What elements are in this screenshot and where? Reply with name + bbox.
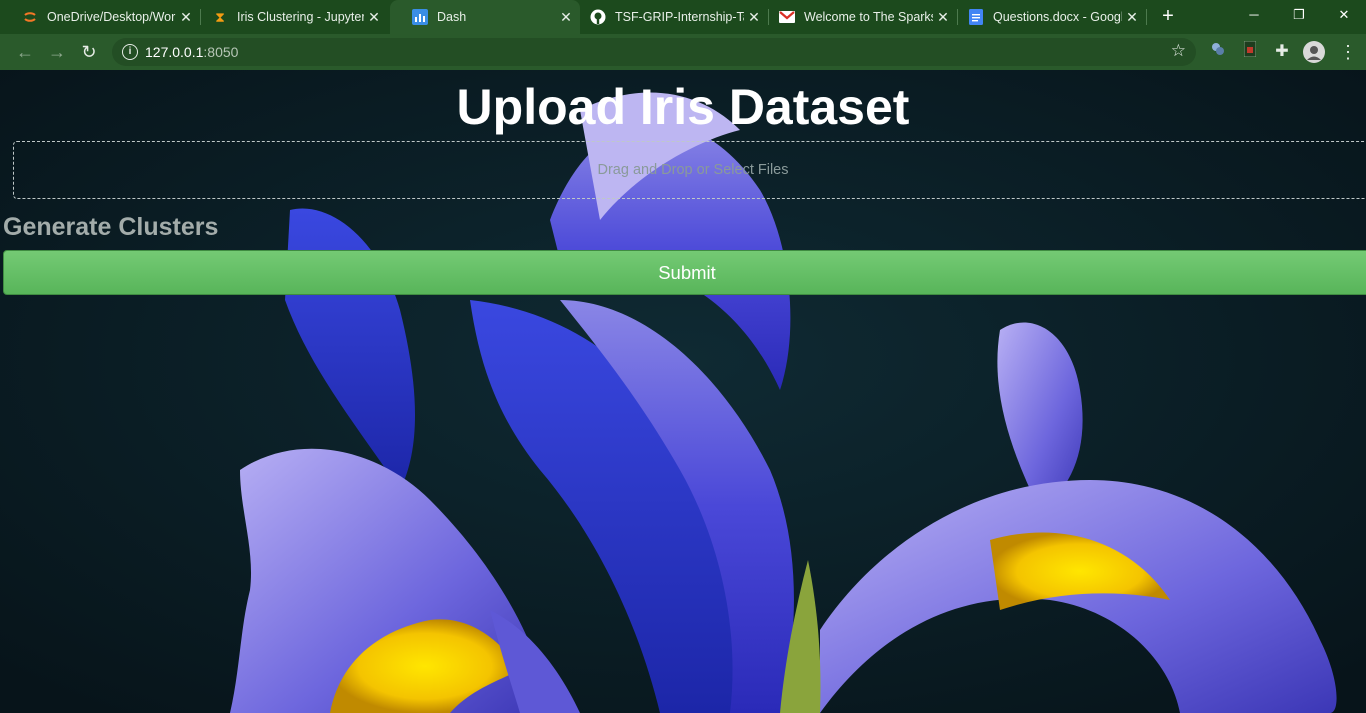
browser-menu-icon[interactable]: ⋮ — [1337, 41, 1359, 63]
submit-button-label: Submit — [658, 261, 716, 283]
close-window-button[interactable]: ✕ — [1331, 4, 1357, 26]
gmail-icon — [779, 9, 795, 25]
forward-button[interactable]: → — [45, 40, 69, 64]
info-icon[interactable]: i — [122, 44, 138, 60]
extension-translate-icon[interactable] — [1207, 41, 1229, 63]
tab-onedrive[interactable]: OneDrive/Desktop/Wor ✕ — [0, 0, 200, 34]
new-tab-button[interactable]: + — [1157, 5, 1179, 27]
reload-button[interactable]: ↻ — [77, 40, 101, 64]
tab-google-docs[interactable]: Questions.docx - Googl ✕ — [946, 0, 1146, 34]
tab-label: Questions.docx - Googl — [993, 10, 1122, 24]
bookmark-star-icon[interactable]: ☆ — [1171, 41, 1186, 61]
tab-label: OneDrive/Desktop/Wor — [47, 10, 176, 24]
extension-pdf-icon[interactable] — [1239, 40, 1261, 63]
extensions-puzzle-icon[interactable]: ✚ — [1271, 41, 1293, 63]
close-icon[interactable]: ✕ — [1122, 9, 1142, 26]
tab-strip: OneDrive/Desktop/Wor ✕ ⧗ Iris Clustering… — [0, 0, 1366, 34]
docs-icon — [968, 9, 984, 25]
upload-prompt-text: Drag and Drop or Select Files — [597, 162, 789, 178]
url-text: 127.0.0.1:8050 — [145, 44, 238, 60]
browser-toolbar: ← → ↻ i 127.0.0.1:8050 ☆ ✚ ⋮ — [0, 34, 1366, 70]
back-button[interactable]: ← — [13, 40, 37, 64]
url-port: :8050 — [203, 44, 239, 60]
dash-page: Upload Iris Dataset Drag and Drop or Sel… — [0, 70, 1366, 713]
tab-label: Iris Clustering - Jupyter — [237, 10, 364, 24]
generate-clusters-heading: Generate Clusters — [3, 213, 219, 241]
tab-label: TSF-GRIP-Internship-Ta — [615, 10, 744, 24]
tab-divider — [1146, 9, 1147, 25]
github-icon — [590, 9, 606, 25]
submit-button[interactable]: Submit — [3, 250, 1366, 295]
tab-iris-clustering[interactable]: ⧗ Iris Clustering - Jupyter ✕ — [190, 0, 388, 34]
address-bar[interactable]: i 127.0.0.1:8050 ☆ — [112, 38, 1196, 66]
page-title: Upload Iris Dataset — [456, 79, 910, 135]
jupyter-icon — [22, 9, 38, 25]
file-upload-dropzone[interactable]: Drag and Drop or Select Files — [13, 141, 1366, 199]
url-host: 127.0.0.1 — [145, 44, 204, 60]
tab-gmail[interactable]: Welcome to The Sparks ✕ — [757, 0, 957, 34]
tab-dash[interactable]: Dash ✕ — [390, 0, 580, 34]
hourglass-icon: ⧗ — [215, 8, 225, 25]
tab-label: Welcome to The Sparks — [804, 10, 933, 24]
tab-github[interactable]: TSF-GRIP-Internship-Ta ✕ — [568, 0, 768, 34]
avatar[interactable] — [1303, 41, 1325, 63]
minimize-button[interactable]: ─ — [1241, 4, 1267, 26]
close-icon[interactable]: ✕ — [364, 9, 384, 26]
tab-label: Dash — [437, 10, 467, 24]
restore-button[interactable]: ❐ — [1286, 4, 1312, 26]
dash-icon — [412, 9, 428, 25]
